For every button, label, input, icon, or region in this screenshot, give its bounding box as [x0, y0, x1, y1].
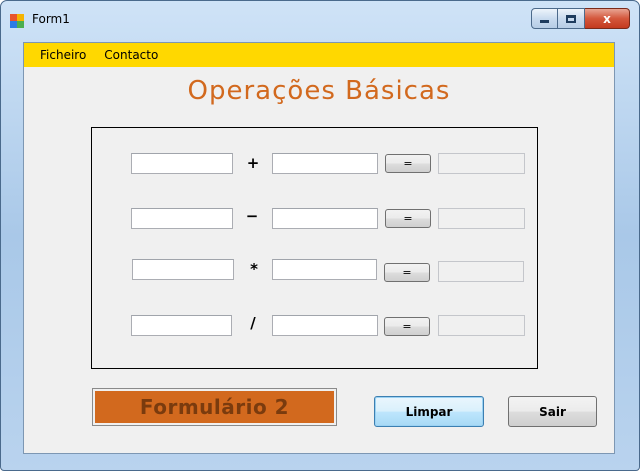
- subtraction-operand1-input[interactable]: [131, 208, 233, 229]
- subtraction-operator: −: [245, 207, 259, 225]
- addition-operand1-input[interactable]: [131, 153, 233, 174]
- maximize-button[interactable]: [558, 8, 585, 29]
- multiplication-operand1-input[interactable]: [132, 259, 234, 280]
- multiplication-result-field: [438, 261, 524, 282]
- multiplication-operator: *: [250, 260, 258, 278]
- subtraction-operand2-input[interactable]: [272, 208, 378, 229]
- formulario-2-button[interactable]: Formulário 2: [92, 388, 337, 426]
- division-result-field: [438, 315, 525, 336]
- form-client-area: Ficheiro Contacto Operações Básicas + = …: [23, 42, 615, 454]
- multiplication-operand2-input[interactable]: [272, 259, 377, 280]
- close-icon: x: [603, 11, 611, 26]
- windows-form-icon: [10, 14, 24, 28]
- maximize-icon: [566, 14, 576, 23]
- caption-buttons: x: [531, 8, 630, 29]
- division-operand2-input[interactable]: [272, 315, 378, 336]
- clear-button[interactable]: Limpar: [374, 396, 484, 427]
- addition-operator: +: [246, 154, 260, 172]
- menu-item-ficheiro[interactable]: Ficheiro: [31, 43, 95, 67]
- close-button[interactable]: x: [585, 8, 630, 29]
- division-operator: /: [250, 314, 256, 332]
- minimize-icon: [540, 20, 549, 23]
- app-window: Form1 x Ficheiro Contacto Operações Bási…: [0, 0, 640, 471]
- subtraction-equals-button[interactable]: =: [385, 209, 431, 228]
- addition-equals-button[interactable]: =: [385, 154, 431, 173]
- addition-operand2-input[interactable]: [272, 153, 378, 174]
- title-bar[interactable]: Form1 x: [1, 1, 639, 42]
- menu-bar: Ficheiro Contacto: [24, 43, 614, 67]
- addition-result-field: [438, 153, 525, 174]
- menu-item-contacto[interactable]: Contacto: [95, 43, 167, 67]
- exit-button[interactable]: Sair: [508, 396, 597, 427]
- window-title: Form1: [32, 12, 70, 26]
- formulario-2-label: Formulário 2: [95, 391, 334, 423]
- subtraction-result-field: [438, 208, 525, 229]
- multiplication-equals-button[interactable]: =: [384, 263, 430, 282]
- operations-panel: + = − = * = / =: [91, 127, 538, 369]
- minimize-button[interactable]: [531, 8, 558, 29]
- division-equals-button[interactable]: =: [384, 317, 430, 336]
- page-title: Operações Básicas: [187, 76, 451, 106]
- division-operand1-input[interactable]: [131, 315, 232, 336]
